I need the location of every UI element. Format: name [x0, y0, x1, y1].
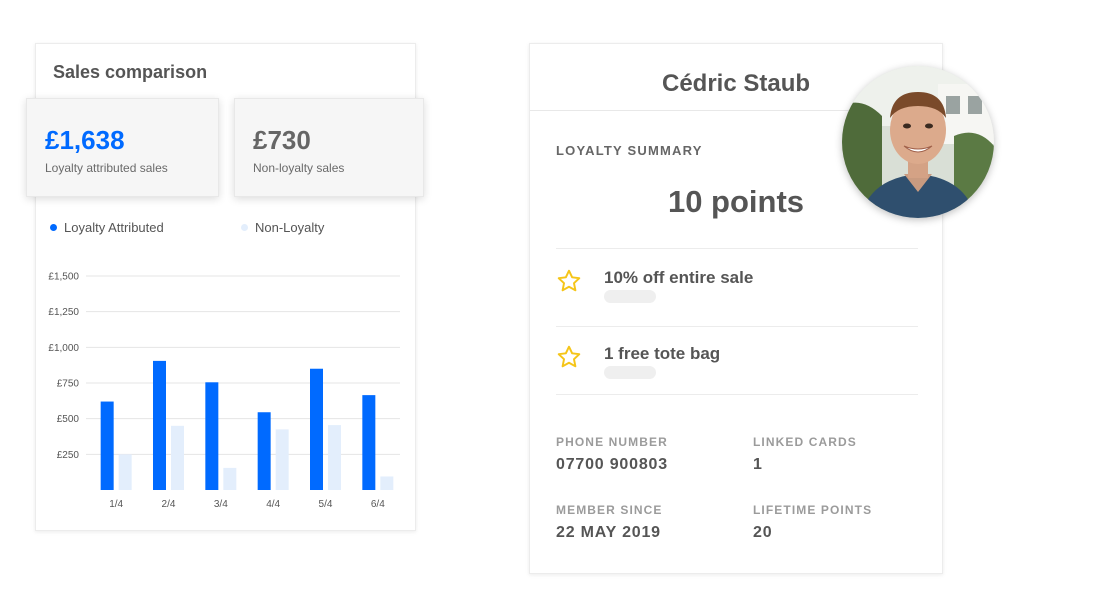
y-tick-label: £750 [57, 379, 80, 390]
reward-item[interactable]: 10% off entire sale [556, 268, 918, 328]
non-loyalty-sales-stat: £730 Non-loyalty sales [234, 98, 424, 197]
bar-loyalty [153, 360, 166, 490]
bar-loyalty [362, 395, 376, 490]
divider [556, 326, 918, 327]
non-loyalty-sales-label: Non-loyalty sales [253, 161, 345, 175]
lifetime-points-label: LIFETIME POINTS [753, 503, 873, 517]
bar-loyalty [310, 368, 323, 490]
bar-non-loyalty [328, 425, 341, 490]
x-tick-label: 5/4 [319, 499, 333, 510]
x-tick-label: 6/4 [371, 499, 385, 510]
non-loyalty-sales-value: £730 [253, 125, 311, 155]
y-tick-label: £1,250 [48, 307, 79, 318]
x-tick-label: 4/4 [266, 499, 280, 510]
legend-dot-non-loyalty [241, 224, 248, 232]
divider [556, 394, 918, 395]
avatar-photo [842, 66, 994, 218]
bar-loyalty [205, 382, 219, 490]
y-tick-label: £1,500 [48, 272, 79, 283]
x-tick-label: 3/4 [214, 499, 228, 510]
loyalty-sales-stat: £1,638 Loyalty attributed sales [26, 98, 219, 197]
sales-card-title: Sales comparison [53, 62, 208, 82]
legend-label-non-loyalty: Non-Loyalty [255, 220, 325, 235]
legend-dot-loyalty [50, 224, 57, 232]
bar-non-loyalty [380, 476, 394, 490]
reward-placeholder-pill [604, 366, 656, 379]
bar-loyalty [257, 412, 271, 490]
x-tick-label: 1/4 [109, 499, 123, 510]
x-tick-label: 2/4 [162, 499, 176, 510]
y-tick-label: £1,000 [48, 343, 79, 354]
star-icon [557, 345, 581, 368]
divider [556, 248, 918, 249]
customer-avatar [842, 66, 994, 218]
loyalty-summary-heading: LOYALTY SUMMARY [556, 143, 703, 158]
loyalty-sales-value: £1,638 [45, 125, 125, 155]
bar-loyalty [100, 401, 114, 490]
member-since-value: 22 MAY 2019 [556, 524, 661, 541]
bar-non-loyalty [275, 429, 289, 490]
reward-placeholder-pill [604, 290, 656, 303]
reward-label: 10% off entire sale [604, 268, 754, 287]
legend-item-loyalty: Loyalty Attributed [50, 220, 164, 235]
loyalty-sales-label: Loyalty attributed sales [45, 161, 168, 175]
bar-non-loyalty [223, 467, 237, 490]
star-icon [557, 269, 581, 292]
reward-item[interactable]: 1 free tote bag [556, 344, 918, 404]
reward-label: 1 free tote bag [604, 344, 721, 363]
phone-number-label: PHONE NUMBER [556, 435, 668, 449]
linked-cards-label: LINKED CARDS [753, 435, 857, 449]
member-since-label: MEMBER SINCE [556, 503, 663, 517]
legend-item-non-loyalty: Non-Loyalty [241, 220, 324, 235]
lifetime-points-value: 20 [753, 524, 773, 541]
sales-bar-chart: £250 £500 £750 £1,000 £1,250 £1,500 1/4 2/4 3/4 4… [48, 272, 400, 510]
phone-number-value: 07700 900803 [556, 456, 668, 473]
legend-label-loyalty: Loyalty Attributed [64, 220, 164, 235]
y-tick-label: £250 [57, 450, 80, 461]
y-tick-label: £500 [57, 414, 80, 425]
linked-cards-value: 1 [753, 456, 763, 473]
bar-non-loyalty [171, 425, 184, 490]
bar-non-loyalty [118, 454, 132, 490]
